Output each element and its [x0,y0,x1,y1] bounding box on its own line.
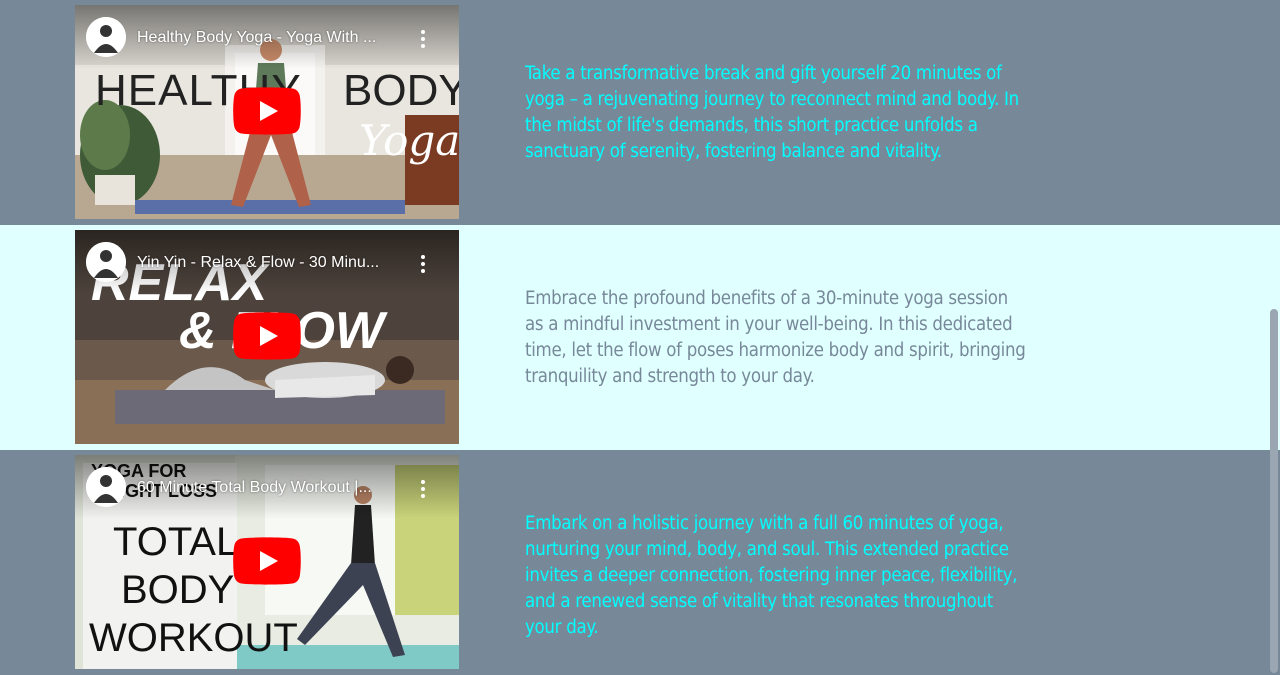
video-embed-3[interactable]: YOGA FOR WEIGHT LOSS TOTAL BODY WORKOUT … [75,455,459,669]
video-title[interactable]: Healthy Body Yoga - Yoga With ... [137,29,417,47]
youtube-play-icon[interactable] [233,312,301,360]
page-scrollbar[interactable] [1268,0,1280,675]
video-description-3: Embark on a holistic journey with a full… [525,513,1018,638]
youtube-play-icon[interactable] [233,537,301,585]
video-embed-1[interactable]: HEALTHY BODY Yoga Healthy Body Yoga - Yo… [75,5,459,219]
video-row-1: HEALTHY BODY Yoga Healthy Body Yoga - Yo… [0,0,1280,225]
channel-avatar[interactable] [86,17,126,57]
more-vert-icon[interactable] [411,27,435,51]
scrollbar-thumb[interactable] [1270,309,1278,673]
video-description-1: Take a transformative break and gift you… [525,63,1019,162]
more-vert-icon[interactable] [411,252,435,276]
more-vert-icon[interactable] [411,477,435,501]
video-row-3: YOGA FOR WEIGHT LOSS TOTAL BODY WORKOUT … [0,450,1280,675]
svg-text:BODY: BODY [343,66,459,115]
video-description-2: Embrace the profound benefits of a 30-mi… [525,288,1026,387]
youtube-play-icon[interactable] [233,87,301,135]
channel-avatar[interactable] [86,242,126,282]
video-embed-2[interactable]: RELAX & FLOW Yin Yin - Relax & Flow - 30… [75,230,459,444]
video-row-2: RELAX & FLOW Yin Yin - Relax & Flow - 30… [0,225,1280,450]
video-title[interactable]: Yin Yin - Relax & Flow - 30 Minu... [137,254,417,272]
svg-text:BODY: BODY [121,568,234,612]
video-title[interactable]: 60 Minute Total Body Workout |... [137,479,417,497]
svg-text:WORKOUT: WORKOUT [89,616,298,660]
channel-avatar[interactable] [86,467,126,507]
svg-text:Yoga: Yoga [359,116,459,165]
svg-text:TOTAL: TOTAL [113,520,238,564]
